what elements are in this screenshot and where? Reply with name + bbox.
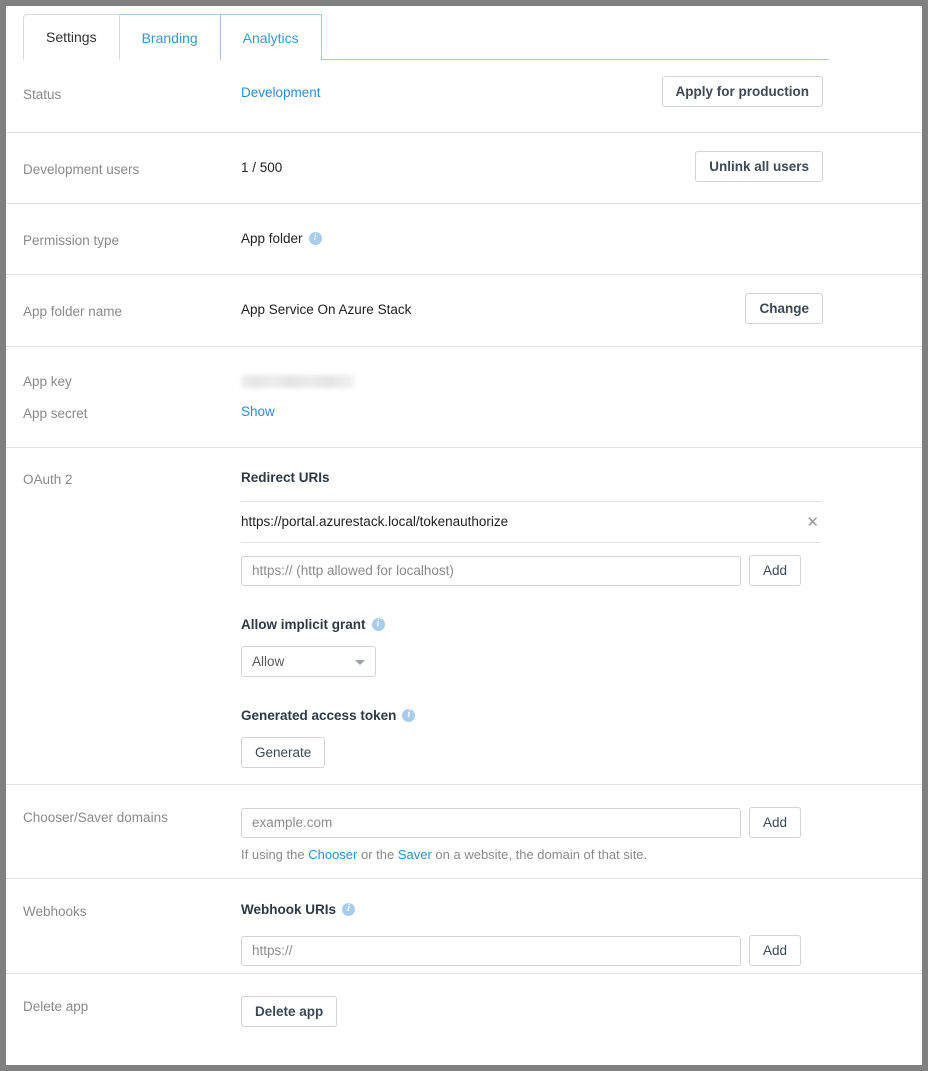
webhook-uri-input[interactable] xyxy=(241,936,741,966)
chooser-link[interactable]: Chooser xyxy=(308,847,357,862)
webhook-uris-heading: Webhook URIs xyxy=(241,902,336,917)
row-status: Status Development Apply for production xyxy=(6,60,922,132)
permission-type-label: Permission type xyxy=(23,230,241,250)
development-users-label: Development users xyxy=(23,159,241,179)
chooser-saver-domain-input[interactable] xyxy=(241,808,741,838)
row-oauth2: OAuth 2 Redirect URIs https://portal.azu… xyxy=(6,447,922,784)
add-chooser-saver-domain-button[interactable]: Add xyxy=(749,807,801,838)
redirect-uri-value: https://portal.azurestack.local/tokenaut… xyxy=(241,513,508,531)
tab-analytics[interactable]: Analytics xyxy=(220,14,322,60)
row-development-users: Development users 1 / 500 Unlink all use… xyxy=(6,132,922,203)
app-folder-name-value: App Service On Azure Stack xyxy=(241,301,823,319)
allow-implicit-grant-heading: Allow implicit grant xyxy=(241,617,366,632)
apply-for-production-button[interactable]: Apply for production xyxy=(662,76,823,107)
implicit-grant-select-wrap: Allow xyxy=(241,646,376,677)
help-prefix: If using the xyxy=(241,847,308,862)
unlink-all-users-button[interactable]: Unlink all users xyxy=(695,151,823,182)
row-permission-type: Permission type App folder xyxy=(6,203,922,274)
row-app-folder-name: App folder name App Service On Azure Sta… xyxy=(6,274,922,346)
redirect-uri-list: https://portal.azurestack.local/tokenaut… xyxy=(241,501,821,543)
tab-branding[interactable]: Branding xyxy=(119,14,221,60)
row-chooser-saver-domains: Chooser/Saver domains Add If using the C… xyxy=(6,784,922,878)
generated-access-token-heading: Generated access token xyxy=(241,708,396,723)
webhooks-label: Webhooks xyxy=(23,901,241,921)
row-delete-app: Delete app Delete app xyxy=(6,973,922,1033)
saver-link[interactable]: Saver xyxy=(398,847,432,862)
tab-settings[interactable]: Settings xyxy=(23,14,120,60)
app-folder-name-label: App folder name xyxy=(23,301,241,321)
delete-app-button[interactable]: Delete app xyxy=(241,996,337,1027)
info-icon[interactable] xyxy=(372,618,385,631)
add-redirect-uri-input[interactable] xyxy=(241,556,741,586)
status-label: Status xyxy=(23,84,241,104)
permission-type-value: App folder xyxy=(241,231,303,246)
implicit-grant-select[interactable]: Allow xyxy=(241,646,376,677)
show-app-secret-link[interactable]: Show xyxy=(241,404,275,419)
help-suffix: on a website, the domain of that site. xyxy=(432,847,647,862)
app-window: Settings Branding Analytics Status Devel… xyxy=(6,6,922,1065)
close-icon[interactable]: ✕ xyxy=(798,515,821,530)
add-webhook-uri-button[interactable]: Add xyxy=(749,935,801,966)
tab-branding-label: Branding xyxy=(142,30,198,46)
change-app-folder-name-button[interactable]: Change xyxy=(745,293,823,324)
app-key-value-redacted xyxy=(241,375,354,388)
app-secret-label: App secret xyxy=(23,403,241,423)
settings-content: Status Development Apply for production … xyxy=(6,60,922,1033)
tab-analytics-label: Analytics xyxy=(243,30,299,46)
info-icon[interactable] xyxy=(309,232,322,245)
add-redirect-uri-button[interactable]: Add xyxy=(749,555,801,586)
help-mid: or the xyxy=(357,847,397,862)
redirect-uris-heading: Redirect URIs xyxy=(241,469,823,487)
info-icon[interactable] xyxy=(342,903,355,916)
chooser-saver-help-text: If using the Chooser or the Saver on a w… xyxy=(241,846,823,864)
redirect-uri-item: https://portal.azurestack.local/tokenaut… xyxy=(241,501,821,543)
delete-app-label: Delete app xyxy=(23,996,241,1016)
row-app-key-secret: App key App secret Show xyxy=(6,346,922,447)
row-webhooks: Webhooks Webhook URIs Add xyxy=(6,878,922,973)
status-value-link[interactable]: Development xyxy=(241,85,321,100)
app-key-label: App key xyxy=(23,371,241,391)
oauth2-label: OAuth 2 xyxy=(23,469,241,489)
tab-bar: Settings Branding Analytics xyxy=(23,13,829,60)
info-icon[interactable] xyxy=(402,709,415,722)
generate-access-token-button[interactable]: Generate xyxy=(241,737,325,768)
tab-settings-label: Settings xyxy=(46,29,97,45)
chooser-saver-domains-label: Chooser/Saver domains xyxy=(23,807,241,827)
